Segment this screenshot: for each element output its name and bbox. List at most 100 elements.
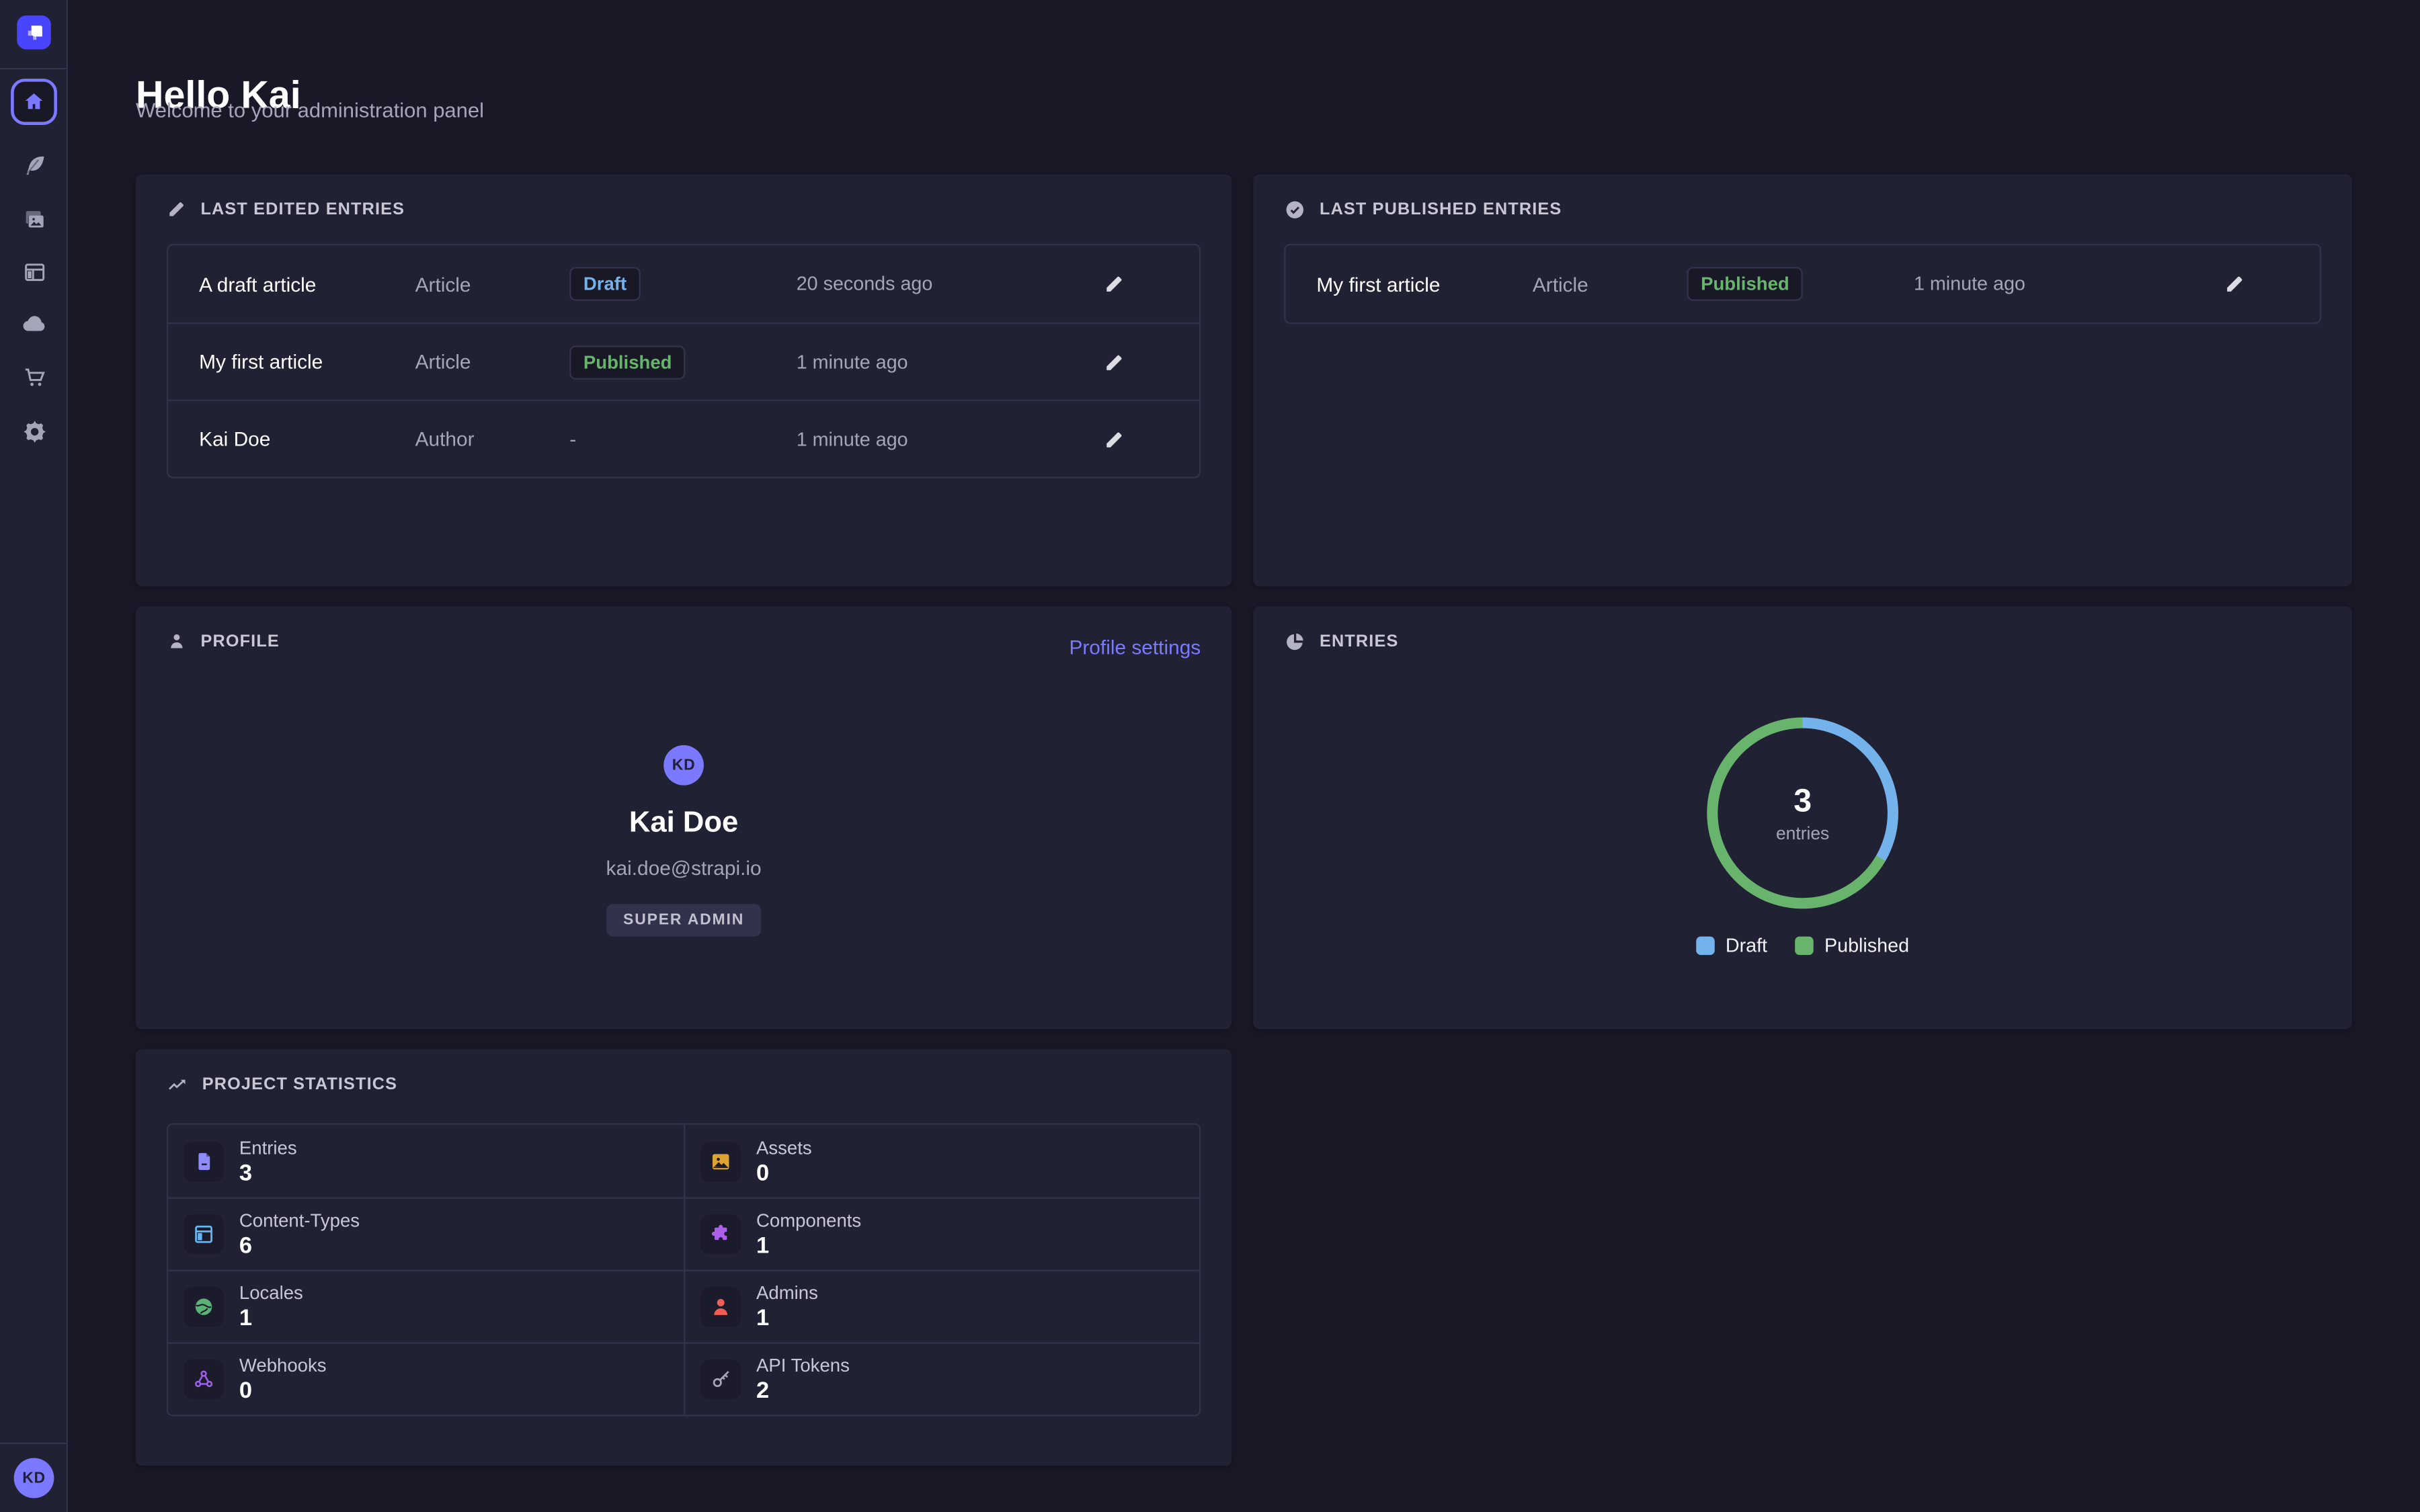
edit-entry-button[interactable] [2215, 264, 2255, 304]
last-published-table: My first article Article Published 1 min… [1284, 244, 2321, 324]
sidebar-item-media-library[interactable] [11, 196, 57, 243]
legend-swatch [1696, 937, 1715, 956]
check-circle-icon [1284, 199, 1305, 220]
stat-webhooks: Webhooks 0 [168, 1342, 684, 1415]
stat-components: Components 1 [684, 1198, 1199, 1270]
page-subtitle: Welcome to your administration panel [136, 99, 484, 122]
sidebar-item-home[interactable] [11, 79, 57, 125]
sidebar-user-avatar[interactable]: KD [14, 1458, 54, 1499]
assets-image-icon [700, 1141, 741, 1181]
entry-type: Article [1533, 272, 1687, 295]
last-edited-entries-panel: LAST EDITED ENTRIES A draft article Arti… [136, 174, 1232, 586]
edit-entry-button[interactable] [1094, 419, 1135, 459]
legend-item-draft: Draft [1696, 935, 1767, 956]
profile-name: Kai Doe [629, 807, 738, 841]
last-published-entries-panel: LAST PUBLISHED ENTRIES My first article … [1253, 174, 2352, 586]
stat-admins: Admins 1 [684, 1270, 1199, 1343]
edit-entry-button[interactable] [1094, 342, 1135, 382]
stat-label: Webhooks [239, 1356, 327, 1375]
chart-legend: Draft Published [1253, 935, 2352, 956]
gear-icon [21, 417, 47, 444]
sidebar-item-marketplace[interactable] [11, 353, 57, 400]
trending-up-icon [167, 1074, 188, 1095]
panel-title: LAST PUBLISHED ENTRIES [1320, 200, 1562, 219]
table-row[interactable]: My first article Article Published 1 min… [1286, 245, 2320, 323]
webhooks-icon [184, 1359, 224, 1400]
sidebar-item-content-type-builder[interactable] [11, 249, 57, 295]
project-statistics-panel: PROJECT STATISTICS Entries 3 [136, 1049, 1232, 1466]
entry-time: 1 minute ago [797, 428, 1030, 450]
person-icon [167, 631, 187, 651]
stat-label: Content-Types [239, 1211, 360, 1230]
panel-title: LAST EDITED ENTRIES [200, 200, 405, 218]
sidebar: KD [0, 0, 68, 1512]
table-row[interactable]: A draft article Article Draft 20 seconds… [168, 245, 1199, 323]
components-puzzle-icon [700, 1214, 741, 1255]
status-badge: Draft [569, 267, 641, 301]
entry-type: Article [415, 272, 570, 295]
entry-time: 1 minute ago [1914, 273, 2150, 294]
sidebar-item-cloud[interactable] [11, 301, 57, 347]
entry-time: 20 seconds ago [797, 273, 1030, 294]
panel-title: ENTRIES [1320, 632, 1398, 651]
stat-value: 2 [756, 1380, 850, 1402]
entries-count: 3 [1793, 783, 1812, 820]
stat-label: Assets [756, 1138, 812, 1157]
stat-value: 3 [239, 1161, 297, 1184]
panel-header: PROJECT STATISTICS [167, 1074, 397, 1095]
stat-label: Admins [756, 1284, 818, 1302]
stat-label: API Tokens [756, 1356, 850, 1375]
pencil-icon [2224, 273, 2245, 294]
entry-time: 1 minute ago [797, 351, 1030, 372]
stat-locales: Locales 1 [168, 1270, 684, 1343]
entry-type: Author [415, 427, 570, 450]
entries-count-label: entries [1776, 825, 1829, 843]
entries-file-icon [184, 1141, 224, 1181]
content-types-layout-icon [184, 1214, 224, 1255]
images-icon [21, 206, 47, 233]
entry-name: Kai Doe [199, 427, 415, 450]
locales-globe-icon [184, 1287, 224, 1327]
pencil-icon [167, 199, 187, 219]
legend-swatch [1795, 937, 1814, 956]
panel-title: PROJECT STATISTICS [202, 1075, 397, 1094]
avatar: KD [663, 745, 704, 786]
strapi-logo-icon [17, 15, 51, 50]
legend-item-published: Published [1795, 935, 1909, 956]
sidebar-item-content-manager[interactable] [11, 142, 57, 188]
profile-settings-link[interactable]: Profile settings [1069, 636, 1201, 659]
panel-header: LAST EDITED ENTRIES [167, 199, 405, 219]
profile-body: KD Kai Doe kai.doe@strapi.io SUPER ADMIN [136, 745, 1232, 937]
sidebar-bottom-divider [0, 1443, 67, 1444]
entries-panel: ENTRIES 3 entries Draft Published [1253, 606, 2352, 1029]
entry-type: Article [415, 350, 570, 373]
stat-label: Components [756, 1211, 861, 1230]
stat-label: Locales [239, 1284, 303, 1302]
entry-name: My first article [199, 350, 415, 373]
stat-value: 1 [756, 1307, 818, 1330]
entries-donut: 3 entries [1707, 718, 1898, 909]
table-row[interactable]: Kai Doe Author - 1 minute ago [168, 400, 1199, 477]
admins-user-icon [700, 1287, 741, 1327]
profile-email: kai.doe@strapi.io [606, 856, 762, 879]
entry-name: A draft article [199, 272, 415, 295]
table-row[interactable]: My first article Article Published 1 min… [168, 323, 1199, 400]
stat-entries: Entries 3 [168, 1125, 684, 1198]
profile-panel: PROFILE Profile settings KD Kai Doe kai.… [136, 606, 1232, 1029]
donut-center: 3 entries [1718, 728, 1888, 898]
stat-api-tokens: API Tokens 2 [684, 1342, 1199, 1415]
cart-icon [21, 364, 47, 390]
pie-chart-icon [1284, 631, 1305, 653]
stat-content-types: Content-Types 6 [168, 1198, 684, 1270]
edit-entry-button[interactable] [1094, 264, 1135, 304]
stat-assets: Assets 0 [684, 1125, 1199, 1198]
role-badge: SUPER ADMIN [606, 904, 762, 936]
stat-value: 1 [239, 1307, 303, 1330]
strapi-admin-dashboard: KD Hello Kai Welcome to your administrat… [0, 0, 2420, 1512]
cloud-icon [20, 310, 48, 337]
status-badge: Published [1687, 267, 1803, 301]
stat-value: 0 [239, 1380, 327, 1402]
sidebar-divider [0, 68, 67, 69]
api-tokens-key-icon [700, 1359, 741, 1400]
sidebar-item-settings[interactable] [11, 407, 57, 454]
